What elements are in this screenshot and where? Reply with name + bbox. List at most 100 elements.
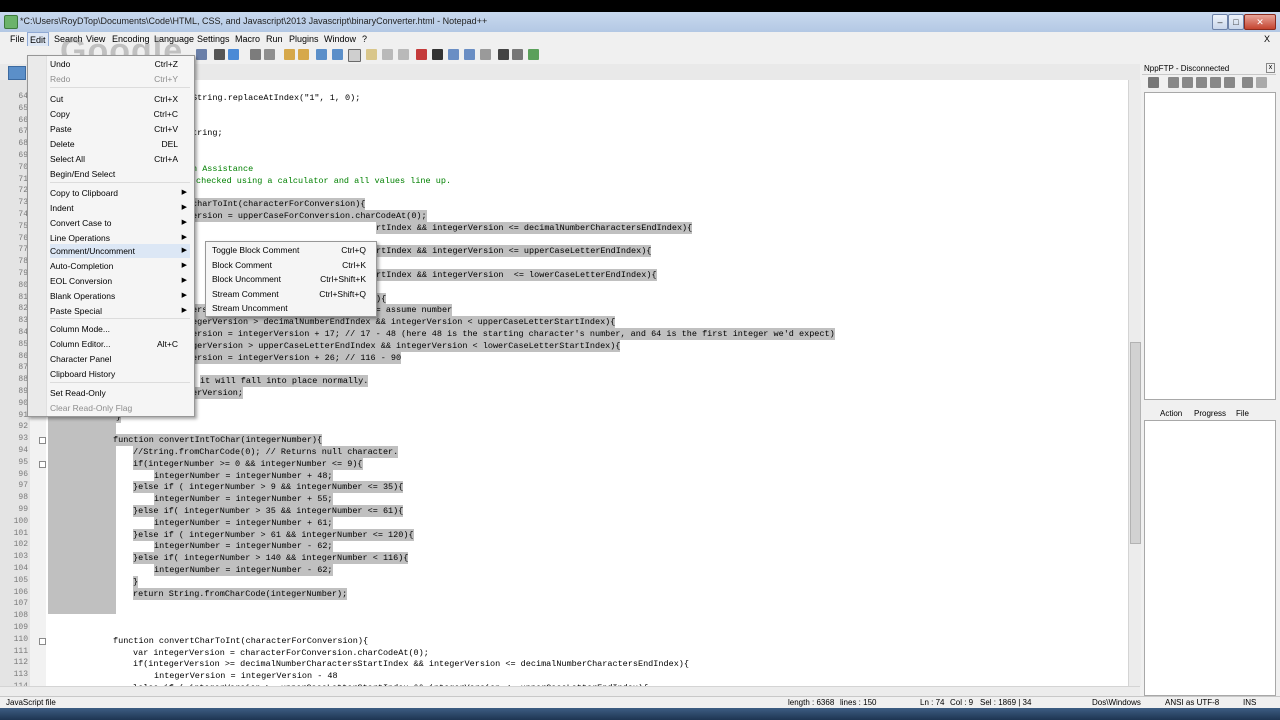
submenu-arrow-icon: ▶ [181, 189, 187, 196]
record-macro-icon[interactable] [416, 49, 427, 60]
submenu-item-stream-uncomment[interactable]: Stream Uncomment [212, 301, 372, 315]
toolbar-button[interactable] [316, 49, 327, 60]
edit-menu-item-delete[interactable]: Delete DEL [50, 137, 190, 151]
edit-menu-item-clipboard-history[interactable]: Clipboard History [50, 367, 190, 381]
queue-header-progress[interactable]: Progress [1194, 409, 1226, 418]
toolbar-button[interactable] [528, 49, 539, 60]
line-number: 75 [18, 221, 28, 231]
menu-run[interactable]: Run [264, 32, 285, 46]
menu-plugins[interactable]: Plugins [287, 32, 321, 46]
notepad-plus-plus-window: *C:\Users\RoyDTop\Documents\Code\HTML, C… [0, 12, 1280, 708]
save-macro-icon[interactable] [480, 49, 491, 60]
edit-menu-item-cut[interactable]: Cut Ctrl+X [50, 92, 190, 106]
stop-macro-icon[interactable] [432, 49, 443, 60]
toolbar-button[interactable] [398, 49, 409, 60]
abort-icon[interactable] [1224, 77, 1235, 88]
line-number: 79 [18, 269, 28, 278]
submenu-item-block-comment[interactable]: Block Comment Ctrl+K [212, 258, 372, 272]
toolbar-button[interactable] [196, 49, 207, 60]
code-line: integerNumber = integerNumber - 62; [154, 540, 333, 553]
close-button[interactable]: ✕ [1244, 14, 1276, 30]
edit-menu-item-comment-uncomment[interactable]: Comment/Uncomment ▶ [50, 244, 190, 258]
submenu-item-stream-comment[interactable]: Stream Comment Ctrl+Shift+Q [212, 287, 372, 301]
toolbar-button[interactable] [250, 49, 261, 60]
menu-item-shortcut: Ctrl+X [154, 94, 178, 104]
toolbar-button[interactable] [332, 49, 343, 60]
status-bar: JavaScript file length : 6368 lines : 15… [0, 696, 1280, 708]
queue-header-file[interactable]: File [1236, 409, 1249, 418]
toolbar-button[interactable] [366, 49, 377, 60]
menu-help[interactable]: ? [360, 32, 369, 46]
toolbar-button[interactable] [382, 49, 393, 60]
code-line: integerNumber = integerNumber + 55; [154, 493, 333, 506]
edit-menu-item-column-mode[interactable]: Column Mode... [50, 322, 190, 336]
close-document-button[interactable]: X [1262, 32, 1272, 46]
menu-window[interactable]: Window [322, 32, 358, 46]
toolbar-button[interactable] [498, 49, 509, 60]
menu-settings[interactable]: Settings [195, 32, 232, 46]
menu-item-label: Clipboard History [50, 369, 116, 379]
edit-menu-item-undo[interactable]: Undo Ctrl+Z [50, 57, 190, 71]
edit-menu-item-line-operations[interactable]: Line Operations ▶ [50, 231, 190, 245]
edit-menu-item-column-editor[interactable]: Column Editor... Alt+C [50, 337, 190, 351]
fold-marker[interactable] [39, 437, 46, 445]
edit-menu-item-blank-operations[interactable]: Blank Operations ▶ [50, 289, 190, 303]
edit-menu-item-begin-end-select[interactable]: Begin/End Select [50, 167, 190, 181]
edit-menu-item-select-all[interactable]: Select All Ctrl+A [50, 152, 190, 166]
submenu-item-toggle-block-comment[interactable]: Toggle Block Comment Ctrl+Q [212, 243, 372, 257]
vertical-scroll-thumb[interactable] [1130, 342, 1141, 544]
toolbar-button[interactable] [284, 49, 295, 60]
download-icon[interactable] [1196, 77, 1207, 88]
fold-marker[interactable] [39, 637, 46, 645]
line-number: 91 [18, 410, 28, 420]
play-macro-icon[interactable] [448, 49, 459, 60]
edit-menu-item-auto-completion[interactable]: Auto-Completion ▶ [50, 259, 190, 273]
toolbar-button[interactable] [512, 49, 523, 60]
queue-header-action[interactable]: Action [1160, 409, 1182, 418]
code-line: }else if( integerNumber > 35 && integerN… [133, 505, 404, 517]
nppftp-file-tree[interactable] [1144, 92, 1276, 400]
minimize-button[interactable]: – [1212, 14, 1228, 30]
edit-menu-item-paste-special[interactable]: Paste Special ▶ [50, 304, 190, 318]
vertical-scrollbar[interactable] [1128, 80, 1141, 686]
edit-menu-item-eol-conversion[interactable]: EOL Conversion ▶ [50, 274, 190, 288]
toolbar-button[interactable] [298, 49, 309, 60]
edit-menu-item-character-panel[interactable]: Character Panel [50, 352, 190, 366]
line-number: 106 [13, 587, 28, 597]
edit-menu-item-clear-read-only-flag[interactable]: Clear Read-Only Flag [50, 401, 190, 415]
settings-icon[interactable] [1168, 77, 1179, 88]
message-window-icon[interactable] [1256, 77, 1267, 88]
code-line: rtIndex && integerVersion <= lowerCaseLe… [376, 269, 657, 281]
gear-icon[interactable] [1242, 77, 1253, 88]
edit-menu-item-set-read-only[interactable]: Set Read-Only [50, 386, 190, 400]
toolbar-button[interactable] [228, 49, 239, 60]
transfer-queue-list[interactable] [1144, 420, 1276, 696]
maximize-button[interactable]: □ [1228, 14, 1244, 30]
code-line: if(integerNumber >= 0 && integerNumber <… [133, 457, 363, 470]
edit-menu-item-paste[interactable]: Paste Ctrl+V [50, 122, 190, 136]
edit-menu-item-redo[interactable]: Redo Ctrl+Y [50, 72, 190, 86]
upload-icon[interactable] [1182, 77, 1193, 88]
line-number: 105 [13, 575, 28, 585]
menu-item-label: Column Editor... [50, 339, 111, 349]
edit-menu-item-indent[interactable]: Indent ▶ [50, 201, 190, 215]
edit-menu-item-copy-to-clipboard[interactable]: Copy to Clipboard ▶ [50, 186, 190, 200]
menu-file[interactable]: File [8, 32, 27, 46]
toolbar-button[interactable] [214, 49, 225, 60]
run-macro-multiple-icon[interactable] [464, 49, 475, 60]
edit-menu-item-convert-case-to[interactable]: Convert Case to ▶ [50, 216, 190, 230]
connect-icon[interactable] [1148, 77, 1159, 88]
nppftp-close-button[interactable]: x [1266, 63, 1275, 73]
toolbar-button[interactable] [264, 49, 275, 60]
document-tab[interactable] [8, 66, 26, 80]
toolbar-button[interactable] [348, 49, 361, 62]
submenu-arrow-icon: ▶ [181, 204, 187, 211]
code-line: rtIndex && integerVersion <= upperCaseLe… [376, 245, 652, 258]
status-lines: lines : 150 [840, 698, 877, 707]
fold-marker[interactable] [39, 460, 46, 468]
submenu-item-block-uncomment[interactable]: Block Uncomment Ctrl+Shift+K [212, 272, 372, 286]
line-number: 87 [18, 363, 28, 373]
refresh-icon[interactable] [1210, 77, 1221, 88]
menu-macro[interactable]: Macro [233, 32, 262, 46]
edit-menu-item-copy[interactable]: Copy Ctrl+C [50, 107, 190, 121]
